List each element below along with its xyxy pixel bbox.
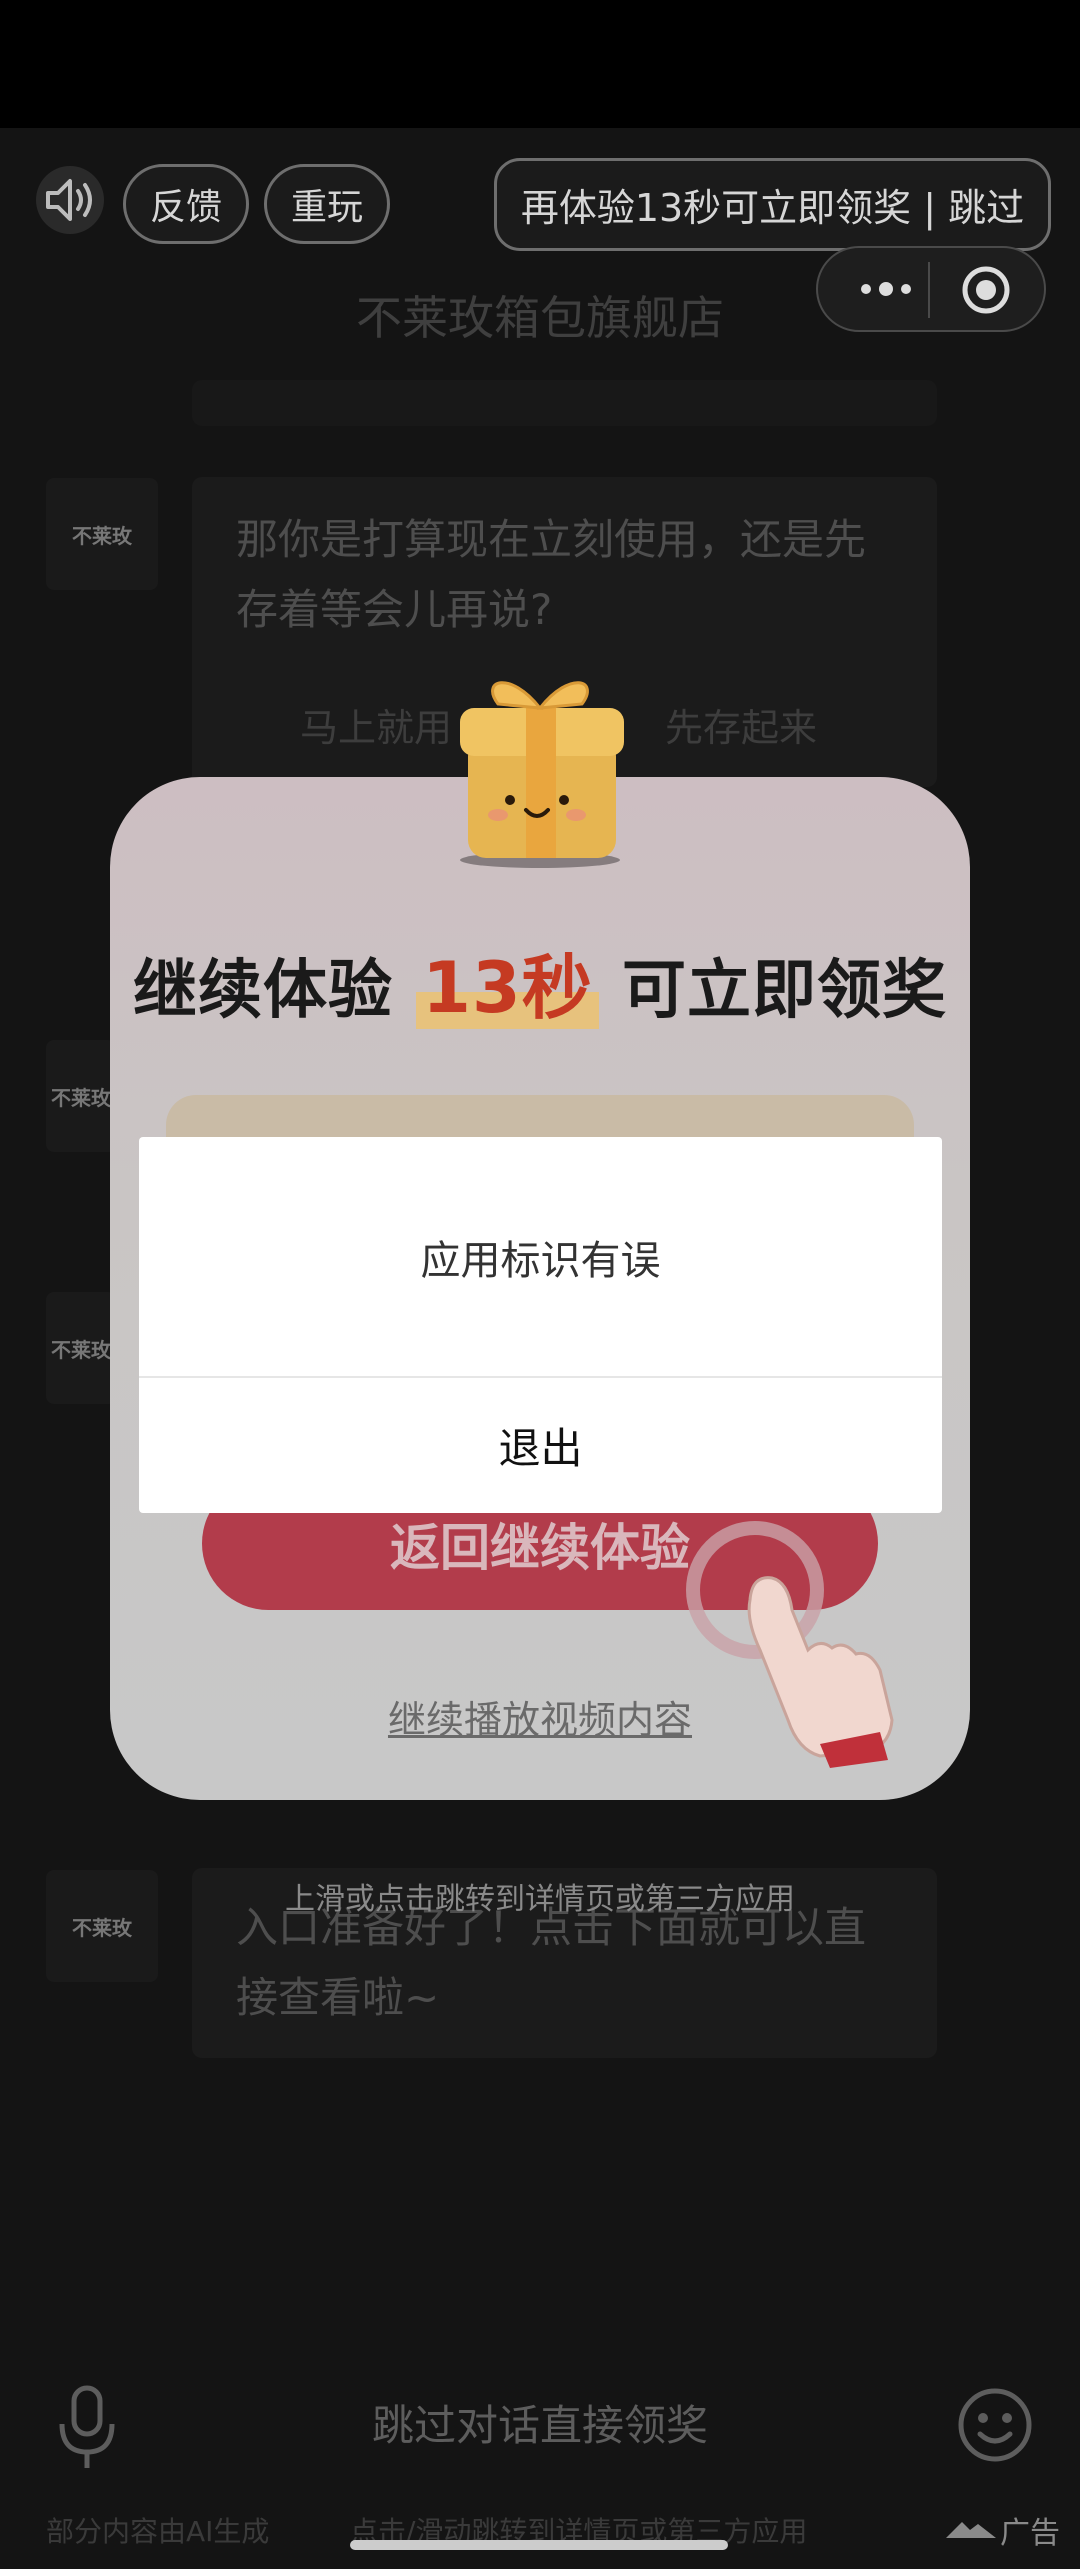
pointing-hand-icon — [680, 1520, 920, 1770]
ad-label: 广告 — [1000, 2516, 1060, 2551]
option-save-later[interactable]: 先存起来 — [665, 697, 817, 752]
store-name: 不莱玫箱包旗舰店 — [356, 291, 724, 345]
replay-button[interactable]: 重玩 — [264, 164, 390, 244]
skip-button[interactable]: 再体验13秒可立即领奖 | 跳过 — [494, 158, 1051, 251]
speaker-icon[interactable] — [36, 166, 104, 234]
ai-generated-note: 部分内容由AI生成 — [46, 2515, 270, 2548]
error-alert-dialog: 应用标识有误 退出 — [139, 1137, 942, 1513]
alert-message: 应用标识有误 — [420, 1237, 661, 1284]
home-indicator[interactable] — [350, 2540, 728, 2550]
smiley-icon[interactable] — [956, 2386, 1034, 2464]
ad-logo-icon — [944, 2516, 998, 2540]
swipe-hint: 上滑或点击跳转到详情页或第三方应用 — [285, 1882, 795, 1917]
store-banner — [192, 380, 937, 426]
feedback-button[interactable]: 反馈 — [123, 164, 249, 244]
avatar: 不莱玫 — [46, 1040, 116, 1152]
gift-box-icon — [440, 660, 640, 870]
avatar: 不莱玫 — [46, 478, 158, 590]
modal-title: 继续体验 13秒 可立即领奖 — [133, 947, 947, 1029]
skip-chat-input[interactable]: 跳过对话直接领奖 — [0, 2392, 1080, 2453]
option-use-now[interactable]: 马上就用 — [300, 697, 452, 752]
status-bar — [0, 0, 1080, 128]
exit-button[interactable]: 退出 — [139, 1378, 942, 1513]
chat-message: 那你是打算现在立刻使用，还是先存着等会儿再说? — [236, 515, 867, 634]
avatar: 不莱玫 — [46, 1292, 116, 1404]
